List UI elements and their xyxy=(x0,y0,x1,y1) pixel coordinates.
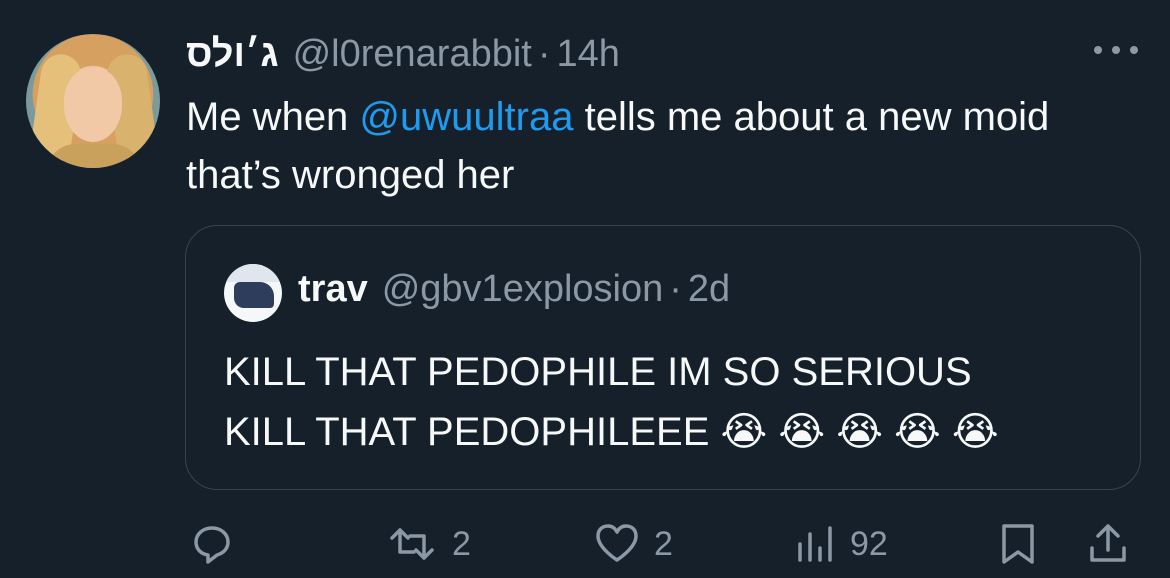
more-dot xyxy=(1112,46,1120,54)
quoted-author-display-name: trav xyxy=(298,268,368,310)
reply-icon xyxy=(188,520,236,568)
bookmark-button[interactable] xyxy=(996,520,1040,568)
quoted-tweet-header: trav @gbv1explosion · 2d xyxy=(298,268,730,311)
like-button[interactable]: 2 xyxy=(592,520,673,568)
quoted-author-avatar[interactable] xyxy=(224,264,282,322)
quoted-text-line-1: KILL THAT PEDOPHILE IM SO SERIOUS xyxy=(224,350,972,394)
tweet-timestamp[interactable]: 14h xyxy=(557,33,620,76)
bar-chart-icon xyxy=(794,520,838,568)
retweet-count: 2 xyxy=(452,524,471,563)
tweet-header: ג׳ולס @l0renarabbit · 14h xyxy=(186,30,620,78)
more-dot xyxy=(1094,46,1102,54)
header-separator: · xyxy=(537,32,551,75)
quoted-author-handle: @gbv1explosion xyxy=(381,268,664,310)
bookmark-icon xyxy=(996,520,1040,568)
avatar-shirt xyxy=(46,144,142,168)
retweet-button[interactable]: 2 xyxy=(384,520,471,568)
tweet-text-before: Me when xyxy=(186,95,360,139)
author-handle[interactable]: @l0renarabbit xyxy=(293,33,532,76)
quoted-header-separator: · xyxy=(669,268,682,310)
avatar-face xyxy=(64,68,122,142)
share-button[interactable] xyxy=(1086,520,1130,568)
like-count: 2 xyxy=(654,524,673,563)
quoted-tweet-timestamp: 2d xyxy=(687,268,731,310)
heart-icon xyxy=(592,520,642,568)
reply-button[interactable] xyxy=(188,520,236,568)
views-button[interactable]: 92 xyxy=(794,520,888,568)
retweet-icon xyxy=(384,520,440,568)
views-count: 92 xyxy=(850,524,888,563)
more-options-icon[interactable] xyxy=(1094,32,1138,68)
author-display-name[interactable]: ג׳ולס xyxy=(186,33,279,76)
share-icon xyxy=(1086,520,1130,568)
author-avatar[interactable] xyxy=(26,34,160,168)
tweet-actions-bar: 2 2 92 xyxy=(0,514,1170,574)
mention-link[interactable]: @uwuultraa xyxy=(359,95,573,139)
quoted-avatar-sky xyxy=(224,264,282,282)
quoted-tweet-text: KILL THAT PEDOPHILE IM SO SERIOUS KILL T… xyxy=(224,342,1104,462)
quoted-avatar-shape xyxy=(234,282,274,308)
tweet-text: Me when @uwuultraa tells me about a new … xyxy=(186,88,1116,204)
quoted-text-line-2: KILL THAT PEDOPHILEEE 😭 😭 😭 😭 😭 xyxy=(224,410,999,454)
more-dot xyxy=(1130,46,1138,54)
quoted-tweet-card[interactable]: trav @gbv1explosion · 2d KILL THAT PEDOP… xyxy=(185,225,1141,490)
